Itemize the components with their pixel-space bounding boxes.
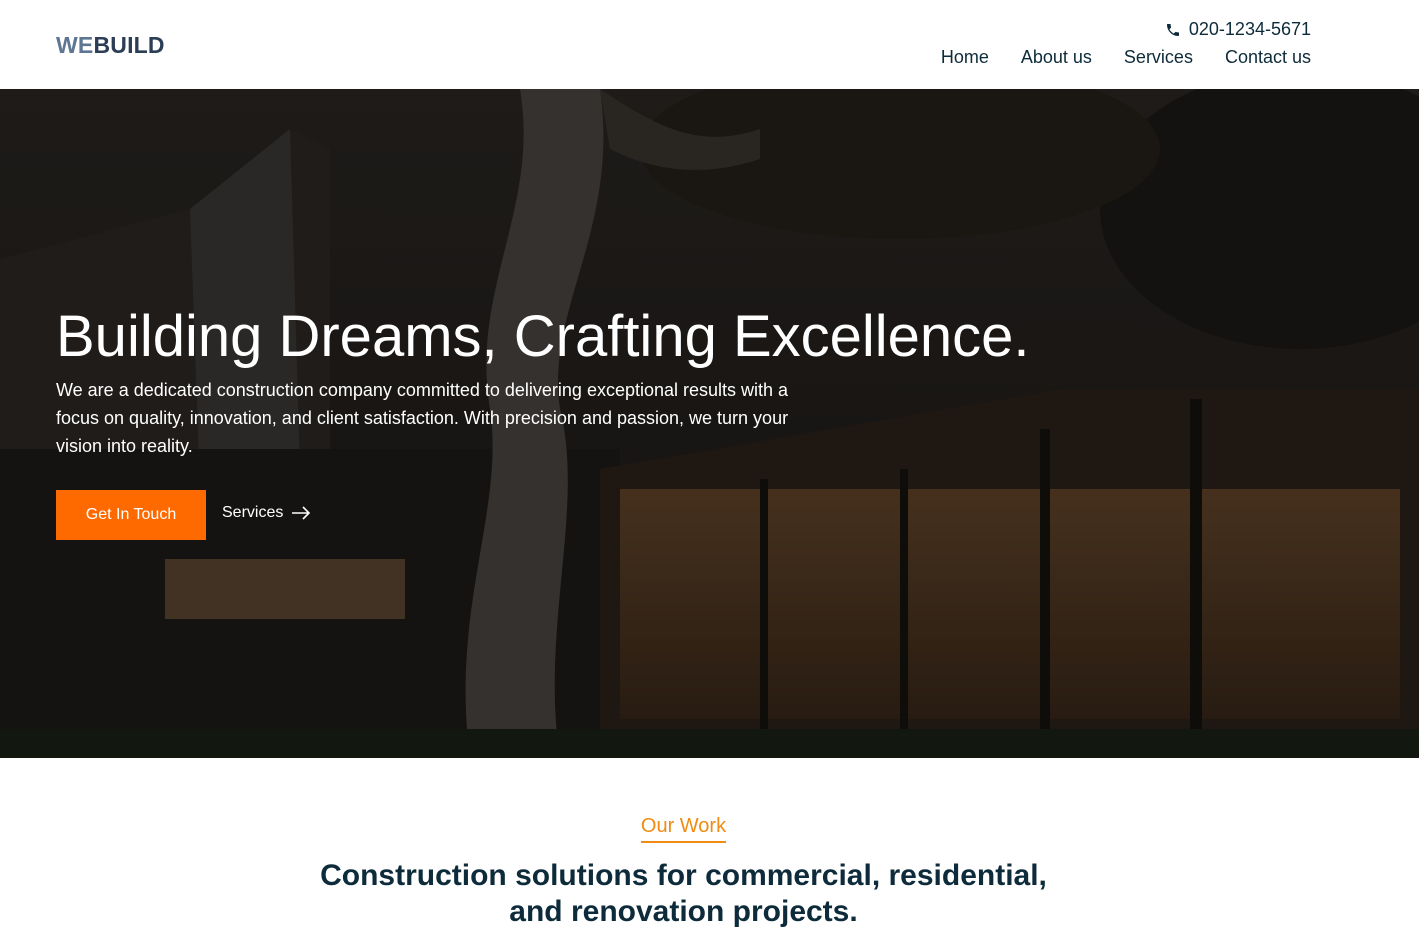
services-link[interactable]: Services (222, 504, 311, 522)
our-work-title-line1: Construction solutions for commercial, r… (320, 859, 1047, 892)
nav-home[interactable]: Home (941, 47, 989, 68)
our-work-title: Construction solutions for commercial, r… (0, 858, 1367, 930)
nav-contact-us[interactable]: Contact us (1225, 47, 1311, 68)
hero-section: Building Dreams, Crafting Excellence. We… (0, 89, 1419, 758)
nav-services[interactable]: Services (1124, 47, 1193, 68)
arrow-right-icon (292, 506, 311, 520)
phone-icon (1166, 23, 1179, 36)
our-work-label: Our Work (640, 815, 727, 843)
phone-number: 020-1234-5671 (1188, 19, 1311, 39)
phone-contact[interactable]: 020-1234-5671 (1165, 19, 1311, 40)
services-link-label: Services (222, 504, 284, 521)
our-work-section-label: Our Work (0, 815, 1419, 843)
nav-about-us[interactable]: About us (1021, 47, 1092, 68)
site-header: WEBUILD 020-1234-5671 Home About us Serv… (0, 0, 1419, 89)
our-work-title-line2: and renovation projects. (509, 895, 858, 928)
main-nav: Home About us Services Contact us (941, 47, 1311, 68)
hero-title: Building Dreams, Crafting Excellence. (56, 304, 1030, 369)
logo[interactable]: WEBUILD (56, 32, 165, 59)
hero-description: We are a dedicated construction company … (56, 380, 789, 456)
get-in-touch-button[interactable]: Get In Touch (56, 490, 206, 540)
